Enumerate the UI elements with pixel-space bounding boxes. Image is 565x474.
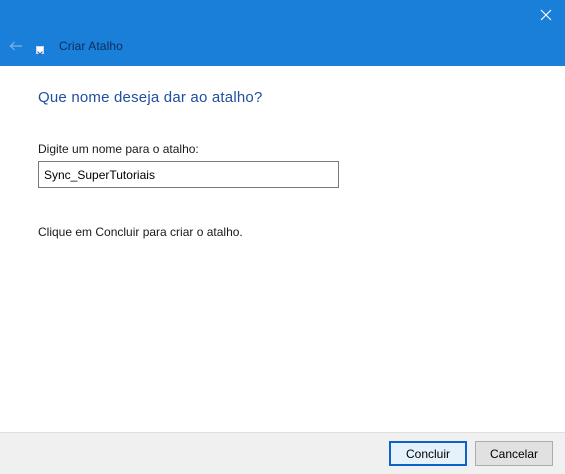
back-arrow-icon bbox=[9, 41, 22, 51]
shortcut-name-label: Digite um nome para o atalho: bbox=[38, 142, 199, 156]
close-icon bbox=[540, 9, 552, 21]
finish-hint: Clique em Concluir para criar o atalho. bbox=[38, 225, 243, 239]
shortcut-icon bbox=[36, 46, 44, 54]
window-title: Criar Atalho bbox=[59, 39, 123, 53]
close-button[interactable] bbox=[527, 0, 565, 30]
finish-button[interactable]: Concluir bbox=[389, 441, 467, 466]
title-bar: Criar Atalho bbox=[0, 0, 565, 66]
back-button[interactable] bbox=[6, 37, 26, 55]
cancel-button[interactable]: Cancelar bbox=[475, 441, 553, 466]
page-heading: Que nome deseja dar ao atalho? bbox=[38, 89, 263, 106]
shortcut-name-input[interactable] bbox=[38, 161, 339, 188]
